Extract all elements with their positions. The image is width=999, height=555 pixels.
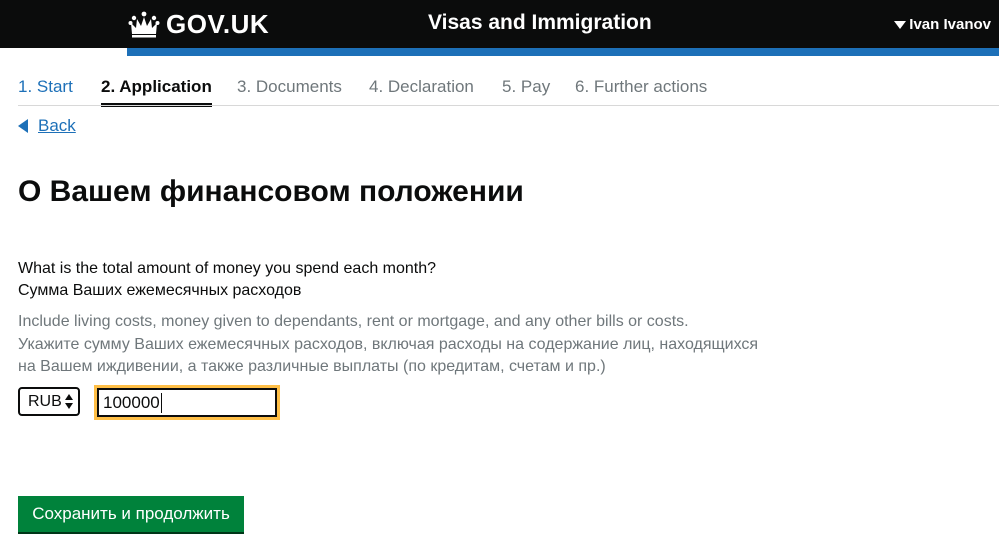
user-name: Ivan Ivanov [909,16,991,33]
text-cursor [160,392,162,413]
save-and-continue-button[interactable]: Сохранить и продолжить [18,496,244,532]
service-name[interactable]: Visas and Immigration [428,9,652,37]
user-menu[interactable]: Ivan Ivanov [894,15,991,35]
back-link[interactable]: Back [18,116,76,136]
step-further-actions: 6. Further actions [575,77,708,96]
crown-icon [128,10,160,38]
currency-select[interactable]: RUB [18,387,80,416]
header-bar: GOV.UK Visas and Immigration Ivan Ivanov [0,0,999,48]
step-declaration: 4. Declaration [369,77,474,96]
back-arrow-icon [18,119,28,133]
step-pay: 5. Pay [502,77,551,96]
steps-divider [18,105,999,106]
question-label-ru: Сумма Ваших ежемесячных расходов [18,282,302,299]
currency-value: RUB [28,392,62,410]
question-hint: Include living costs, money given to dep… [18,311,778,379]
page-title: О Вашем финансовом положении [18,175,524,208]
amount-value: 100000 [103,392,160,412]
step-documents: 3. Documents [237,77,342,96]
step-start[interactable]: 1. Start [18,74,73,100]
caret-down-icon [894,21,907,29]
amount-input[interactable]: 100000 [97,388,277,417]
govuk-logo-link[interactable]: GOV.UK [128,8,269,40]
amount-focus-ring: 100000 [94,385,280,420]
question-label-en: What is the total amount of money you sp… [18,260,437,277]
progress-steps: 1. Start 2. Application 3. Documents 4. … [18,74,999,107]
step-application: 2. Application [101,74,212,107]
hint-en: Include living costs, money given to dep… [18,313,689,330]
hint-ru: Укажите сумму Ваших ежемесячных расходов… [18,335,759,376]
select-arrows-icon [65,393,73,411]
logo-text: GOV.UK [166,9,270,39]
header-accent-bar [127,48,999,56]
back-label: Back [38,116,76,135]
